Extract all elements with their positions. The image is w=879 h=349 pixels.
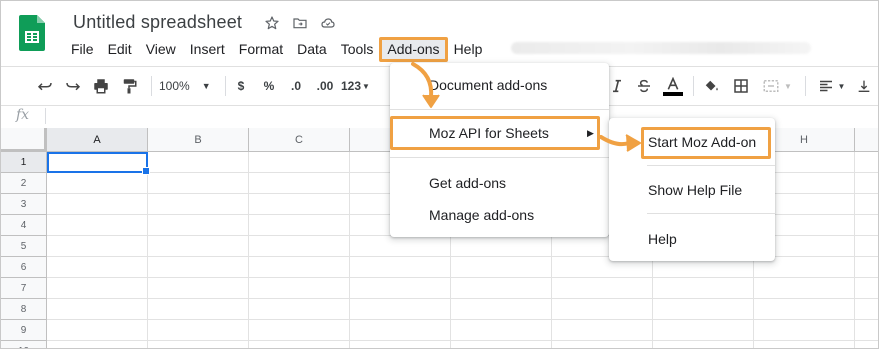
zoom-value: 100% (159, 79, 190, 93)
row-header[interactable]: 3 (1, 194, 47, 215)
paint-format-icon[interactable] (117, 67, 141, 105)
borders-icon[interactable] (729, 67, 753, 105)
column-header[interactable] (855, 128, 878, 152)
menu-divider (647, 213, 775, 214)
row-header[interactable]: 4 (1, 215, 47, 236)
document-title[interactable]: Untitled spreadsheet (73, 12, 242, 33)
menu-item-show-help-file[interactable]: Show Help File (648, 182, 742, 198)
screenshot-frame: Untitled spreadsheet File Edit View Inse… (0, 0, 879, 349)
redo-icon[interactable] (61, 67, 85, 105)
highlight-moz-api (390, 116, 600, 150)
menu-item-manage-addons[interactable]: Manage add-ons (429, 207, 534, 223)
column-header[interactable]: C (249, 128, 350, 152)
undo-icon[interactable] (33, 67, 57, 105)
caret-down-icon: ▼ (201, 81, 211, 91)
menu-view[interactable]: View (139, 38, 183, 61)
currency-button[interactable]: $ (231, 67, 251, 105)
more-formats-button[interactable]: 123 ▼ (341, 67, 375, 105)
decrease-decimal-button[interactable]: .0 (285, 67, 307, 105)
toolbar-divider (805, 76, 806, 96)
fill-color-icon[interactable] (699, 67, 723, 105)
formula-divider (45, 108, 46, 124)
cloud-status-icon[interactable] (319, 14, 337, 32)
menu-edit[interactable]: Edit (101, 38, 139, 61)
select-all-corner[interactable] (1, 128, 47, 152)
menu-divider (390, 157, 609, 158)
print-icon[interactable] (89, 67, 113, 105)
fill-handle[interactable] (142, 167, 150, 175)
addons-menu: Document add-ons Moz API for Sheets ▶ Ge… (390, 63, 609, 237)
row-header[interactable]: 9 (1, 320, 47, 341)
caret-down-icon: ▼ (362, 81, 370, 91)
menu-help[interactable]: Help (447, 38, 490, 61)
toolbar-divider (225, 76, 226, 96)
menu-divider (647, 165, 775, 166)
merge-cells-icon[interactable]: ▼ (759, 67, 795, 105)
row-header[interactable]: 6 (1, 257, 47, 278)
last-edit-blurred (511, 42, 811, 54)
row-header[interactable]: 10 (1, 341, 47, 348)
menu-divider (390, 109, 609, 110)
grid-line (349, 152, 350, 348)
increase-decimal-button[interactable]: .00 (311, 67, 339, 105)
row-header[interactable]: 8 (1, 299, 47, 320)
more-formats-label: 123 (341, 79, 362, 93)
menubar: File Edit View Insert Format Data Tools … (64, 36, 490, 62)
strikethrough-icon[interactable] (633, 67, 655, 105)
zoom-select[interactable]: 100% ▼ (159, 67, 219, 105)
grid-line (147, 152, 148, 348)
text-color-icon[interactable] (661, 67, 685, 105)
menu-insert[interactable]: Insert (183, 38, 232, 61)
row-header[interactable]: 5 (1, 236, 47, 257)
menu-file[interactable]: File (64, 38, 101, 61)
italic-button[interactable] (606, 67, 628, 105)
menu-addons[interactable]: Add-ons (379, 36, 448, 62)
fx-label: fx (16, 107, 30, 123)
menu-item-help[interactable]: Help (648, 231, 677, 247)
column-header[interactable]: A (47, 128, 148, 152)
toolbar-divider (693, 76, 694, 96)
vertical-align-icon[interactable] (853, 67, 875, 105)
toolbar-divider (151, 76, 152, 96)
menu-item-get-addons[interactable]: Get add-ons (429, 175, 506, 191)
menu-data[interactable]: Data (290, 38, 334, 61)
grid-line (248, 152, 249, 348)
menu-item-document-addons[interactable]: Document add-ons (429, 77, 547, 93)
grid-line (854, 152, 855, 348)
percent-button[interactable]: % (259, 67, 279, 105)
sheets-logo-icon[interactable] (19, 15, 45, 51)
row-header[interactable]: 7 (1, 278, 47, 299)
selected-cell-a1[interactable] (47, 152, 150, 175)
move-folder-icon[interactable] (291, 14, 309, 32)
column-header[interactable]: B (148, 128, 249, 152)
horizontal-align-icon[interactable]: ▼ (813, 67, 849, 105)
highlight-start-moz-addon (641, 127, 771, 159)
star-icon[interactable] (263, 14, 281, 32)
row-header[interactable]: 2 (1, 173, 47, 194)
menu-format[interactable]: Format (232, 38, 290, 61)
row-header[interactable]: 1 (1, 152, 47, 173)
menu-tools[interactable]: Tools (334, 38, 381, 61)
